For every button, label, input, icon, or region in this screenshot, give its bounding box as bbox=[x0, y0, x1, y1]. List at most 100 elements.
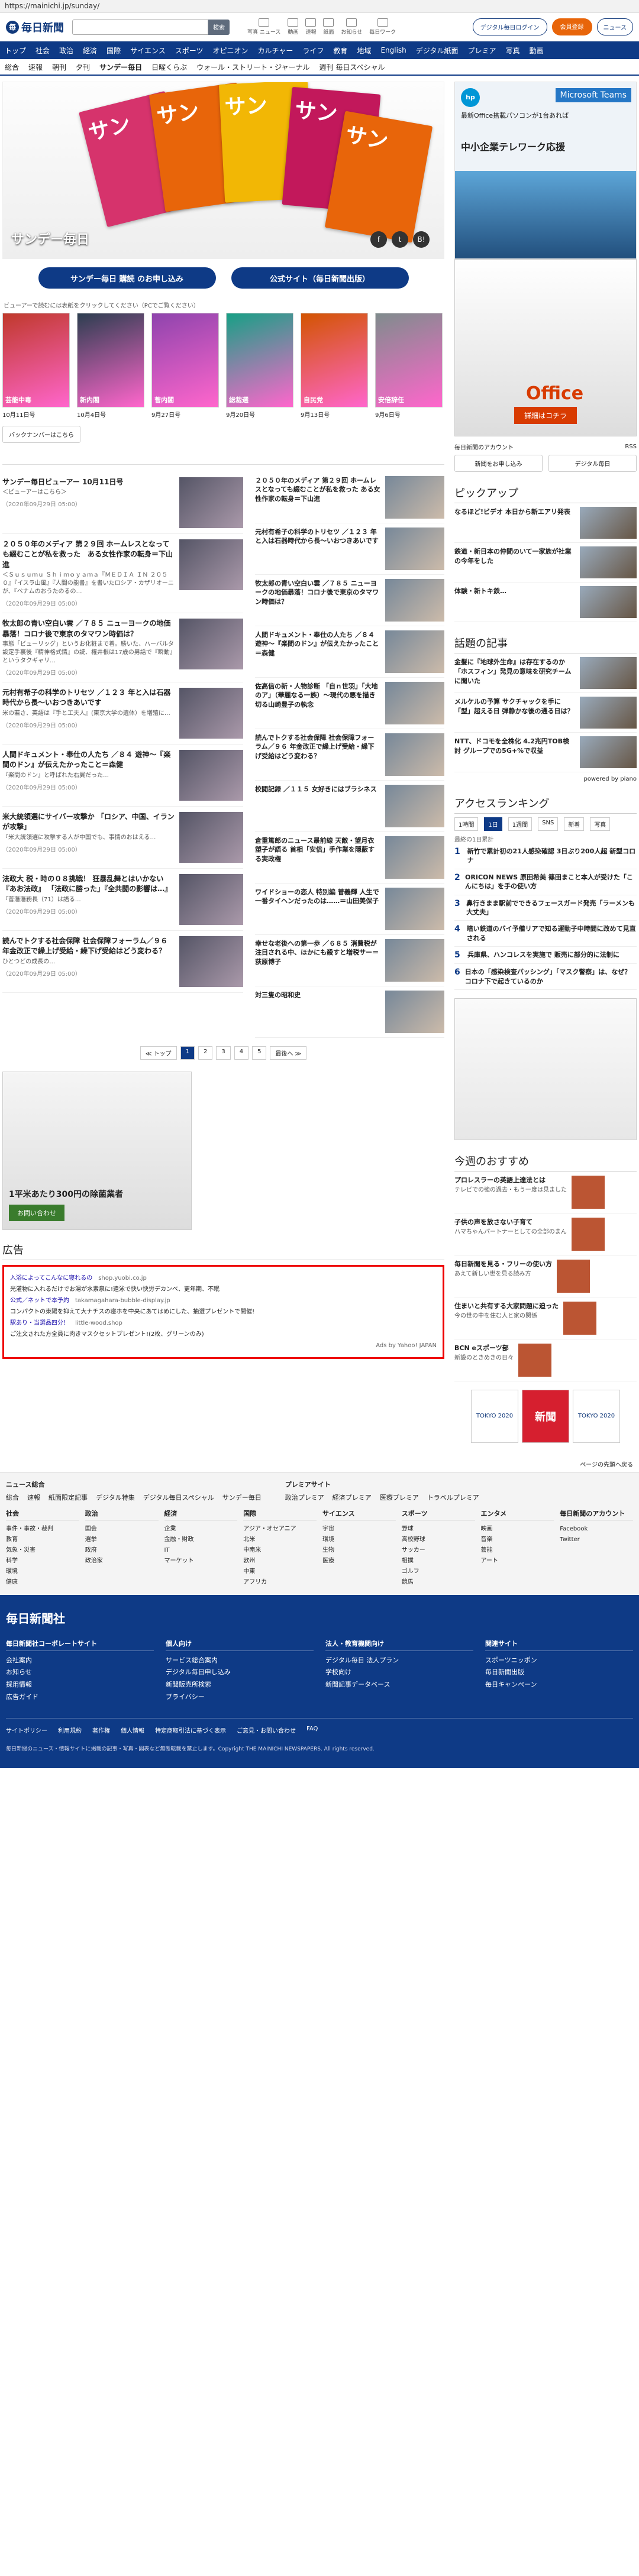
footer-link[interactable]: 音楽 bbox=[481, 1535, 554, 1545]
pickup-title[interactable]: 鉄道・新日本の仲間のいて一家族が社業の今年をした bbox=[454, 546, 575, 578]
footer-link[interactable]: 政府 bbox=[85, 1545, 159, 1556]
article-thumb[interactable] bbox=[179, 619, 244, 670]
search-button[interactable]: 検索 bbox=[208, 19, 230, 35]
pickup-thumb[interactable] bbox=[580, 586, 637, 618]
footer-link[interactable]: アート bbox=[481, 1556, 554, 1567]
footer-link[interactable]: 政治家 bbox=[85, 1556, 159, 1567]
pickup-thumb[interactable] bbox=[580, 507, 637, 539]
article-item[interactable]: 読んでトクする社会保障 社会保障フォーラム／９６ 年金改正で繰上げ受給・繰下げ受… bbox=[255, 729, 444, 781]
footer-link[interactable]: アフリカ bbox=[243, 1577, 317, 1588]
subnav-item[interactable]: 総合 bbox=[5, 62, 19, 72]
cover-image[interactable]: 芸能中毒 bbox=[2, 313, 70, 407]
cover-item[interactable]: 安倍辞任 9月6日号 bbox=[375, 313, 443, 419]
ranking-item[interactable]: 3 鼻行きまま駅前でできるフェースガード発売「ラーメンも大丈夫」 bbox=[454, 895, 637, 921]
topic-thumb[interactable] bbox=[580, 736, 637, 768]
article-thumb[interactable] bbox=[179, 477, 244, 528]
footer-link[interactable]: 健康 bbox=[6, 1577, 79, 1588]
cover-image[interactable]: 菅内閣 bbox=[151, 313, 219, 407]
article-item[interactable]: 人間ドキュメント・奉仕の人たち ／８４ 遊神～『楽間のドン』が伝えたかったこと＝… bbox=[255, 626, 444, 678]
footer-link[interactable]: 芸能 bbox=[481, 1545, 554, 1556]
page-link[interactable]: 1 bbox=[180, 1046, 195, 1060]
article-thumb[interactable] bbox=[385, 939, 444, 982]
footer-link[interactable]: 選挙 bbox=[85, 1535, 159, 1545]
corp-link[interactable]: 採用情報 bbox=[6, 1679, 154, 1691]
article-thumb[interactable] bbox=[179, 539, 244, 590]
gnav-item[interactable]: プレミア bbox=[468, 46, 496, 56]
footer-col-heading[interactable]: 経済 bbox=[164, 1508, 238, 1520]
footer-link[interactable]: 環境 bbox=[6, 1567, 79, 1577]
article-item[interactable]: 読んでトクする社会保障 社会保障フォーラム／９６ 年金改正で繰上げ受給・繰下げ受… bbox=[2, 931, 244, 993]
footer-link[interactable]: 医療プレミア bbox=[380, 1493, 419, 1502]
article-title[interactable]: 牧太郎の青い空白い雲 ／７８５ ニューヨークの地価暴落！コロナ後で東京のタマワン… bbox=[2, 619, 175, 639]
corp-link[interactable]: 新聞販売所検索 bbox=[166, 1679, 314, 1691]
cover-item[interactable]: 芸能中毒 10月11日号 bbox=[2, 313, 70, 419]
article-title[interactable]: 法政大 税・時の０８挑戦！ 狂暴乱舞とはいかない『あお法政』 「法政に勝った」『… bbox=[2, 874, 175, 895]
pickup-item[interactable]: 体験・新トキ鉄… bbox=[454, 582, 637, 622]
ranking-tab[interactable]: 1時間 bbox=[454, 817, 479, 831]
corp-bottom-link[interactable]: 特定商取引法に基づく表示 bbox=[155, 1726, 226, 1734]
recommend-item[interactable]: 子供の声を放さない子育て ハマちゃんパートナーとしての全部のまん bbox=[454, 1213, 637, 1255]
corp-link[interactable]: デジタル毎日 法人プラン bbox=[325, 1655, 473, 1667]
footer-link[interactable]: 相撲 bbox=[402, 1556, 475, 1567]
footer-link[interactable]: ゴルフ bbox=[402, 1567, 475, 1577]
article-item[interactable]: 元村有希子の科学のトリセツ ／１２３ 年と入は石器時代から長～いおつきあいです bbox=[255, 523, 444, 575]
ranking-tab[interactable]: SNS bbox=[538, 817, 559, 831]
footer-link[interactable]: 環境 bbox=[322, 1535, 396, 1545]
article-item[interactable]: 佐高信の新・人物診断 「自ｎ世羽」「大地のア」（華麗なる一族）～現代の悪を描き切… bbox=[255, 678, 444, 729]
cover-image[interactable]: 新内閣 bbox=[77, 313, 144, 407]
rank-title[interactable]: ORICON NEWS 原田希美 篠田まこと本人が受けた「こんにちは」を手の使い… bbox=[465, 873, 637, 891]
footer-link[interactable]: IT bbox=[164, 1545, 238, 1556]
header-link-paper[interactable]: 紙面 bbox=[323, 18, 334, 35]
footer-link[interactable]: トラベルプレミア bbox=[427, 1493, 479, 1502]
article-title[interactable]: 倉重篤郎のニュース最前線 天敵・望月衣塑子が語る 首相「安倍」手作業を隠蔽する実… bbox=[255, 836, 380, 879]
twitter-icon[interactable]: t bbox=[392, 231, 408, 248]
article-item[interactable]: 倉重篤郎のニュース最前線 天敵・望月衣塑子が語る 首相「安倍」手作業を隠蔽する実… bbox=[255, 832, 444, 884]
subnav-item[interactable]: 速報 bbox=[28, 62, 43, 72]
article-title[interactable]: ２０５０年のメディア 第２９回 ホームレスとなっても綴むことが私を救った ある女… bbox=[2, 539, 175, 570]
news-button[interactable]: ニュース bbox=[596, 18, 633, 35]
recommend-title[interactable]: 毎日新聞を見る・フリーの使い方 bbox=[454, 1260, 552, 1268]
ad-detail-button[interactable]: 詳細はコチラ bbox=[514, 407, 577, 424]
corp-link[interactable]: デジタル毎日申し込み bbox=[166, 1666, 314, 1679]
recommend-item[interactable]: プロレスラーの英語上達法とは テレビでの強の過去・もう一度は見ました bbox=[454, 1172, 637, 1213]
rank-title[interactable]: 鼻行きまま駅前でできるフェースガード発売「ラーメンも大丈夫」 bbox=[466, 899, 637, 917]
rss-icon[interactable]: RSS bbox=[625, 444, 637, 450]
footer-link[interactable]: 中東 bbox=[243, 1567, 317, 1577]
footer-link[interactable]: 欧州 bbox=[243, 1556, 317, 1567]
corp-bottom-link[interactable]: サイトポリシー bbox=[6, 1726, 47, 1734]
ad-contact-button[interactable]: お問い合わせ bbox=[9, 1205, 64, 1221]
cover-image[interactable]: 総裁選 bbox=[226, 313, 293, 407]
article-item[interactable]: ワイドショーの恋人 特別編 菅義輝 人生で一番タイヘンだったのは……＝山田美保子 bbox=[255, 884, 444, 935]
article-item[interactable]: サンデー毎日ビューアー 10月11日号 ＜ビューアーはこちら＞ （2020年09月2… bbox=[2, 472, 244, 534]
official-site-button[interactable]: 公式サイト（毎日新聞出版） bbox=[231, 267, 409, 289]
footer-link[interactable]: 総合 bbox=[6, 1493, 19, 1502]
corp-link[interactable]: お知らせ bbox=[6, 1666, 154, 1679]
text-ad[interactable]: 駅あり・当選品四分！ little-wood.shop ご注文された方全員に肉きマ… bbox=[10, 1318, 437, 1340]
article-thumb[interactable] bbox=[385, 785, 444, 827]
article-thumb[interactable] bbox=[385, 888, 444, 930]
footer-link[interactable]: デジタル毎日スペシャル bbox=[143, 1493, 214, 1502]
recommend-title[interactable]: プロレスラーの英語上達法とは bbox=[454, 1176, 567, 1185]
cover-item[interactable]: 総裁選 9月20日号 bbox=[226, 313, 293, 419]
ranking-item[interactable]: 2 ORICON NEWS 原田希美 篠田まこと本人が受けた「こんにちは」を手の使… bbox=[454, 869, 637, 895]
corp-col-heading[interactable]: 個人向け bbox=[166, 1638, 314, 1651]
gnav-item[interactable]: サイエンス bbox=[130, 46, 166, 56]
article-item[interactable]: 幸せな老後への第一歩 ／６８５ 消費税が注目される中、ほかにも殺すと増税サー＝荻… bbox=[255, 935, 444, 986]
hero-banner[interactable]: サン サン サン サン サン サンデー毎日 f t B! bbox=[2, 82, 444, 259]
ranking-item[interactable]: 5 兵庫県、ハンコレスを実施で 販売に部分的に法制に bbox=[454, 947, 637, 965]
article-thumb[interactable] bbox=[385, 682, 444, 724]
recommend-thumb[interactable] bbox=[571, 1217, 605, 1251]
gnav-item[interactable]: オピニオン bbox=[212, 46, 248, 56]
article-thumb[interactable] bbox=[385, 630, 444, 673]
footer-link[interactable]: 北米 bbox=[243, 1535, 317, 1545]
subnav-item[interactable]: サンデー毎日 bbox=[99, 62, 142, 72]
gnav-item[interactable]: 写真 bbox=[506, 46, 520, 56]
gnav-item[interactable]: カルチャー bbox=[258, 46, 293, 56]
page-link[interactable]: 3 bbox=[216, 1046, 231, 1060]
footer-link[interactable]: Facebook bbox=[560, 1524, 633, 1535]
recommend-thumb[interactable] bbox=[563, 1301, 596, 1335]
ad-sidebar[interactable] bbox=[454, 998, 637, 1140]
corp-col-heading[interactable]: 法人・教育機関向け bbox=[325, 1638, 473, 1651]
back-number-button[interactable]: バックナンバーはこちら bbox=[2, 426, 80, 443]
corp-bottom-link[interactable]: ご意見・お問い合わせ bbox=[237, 1726, 296, 1734]
